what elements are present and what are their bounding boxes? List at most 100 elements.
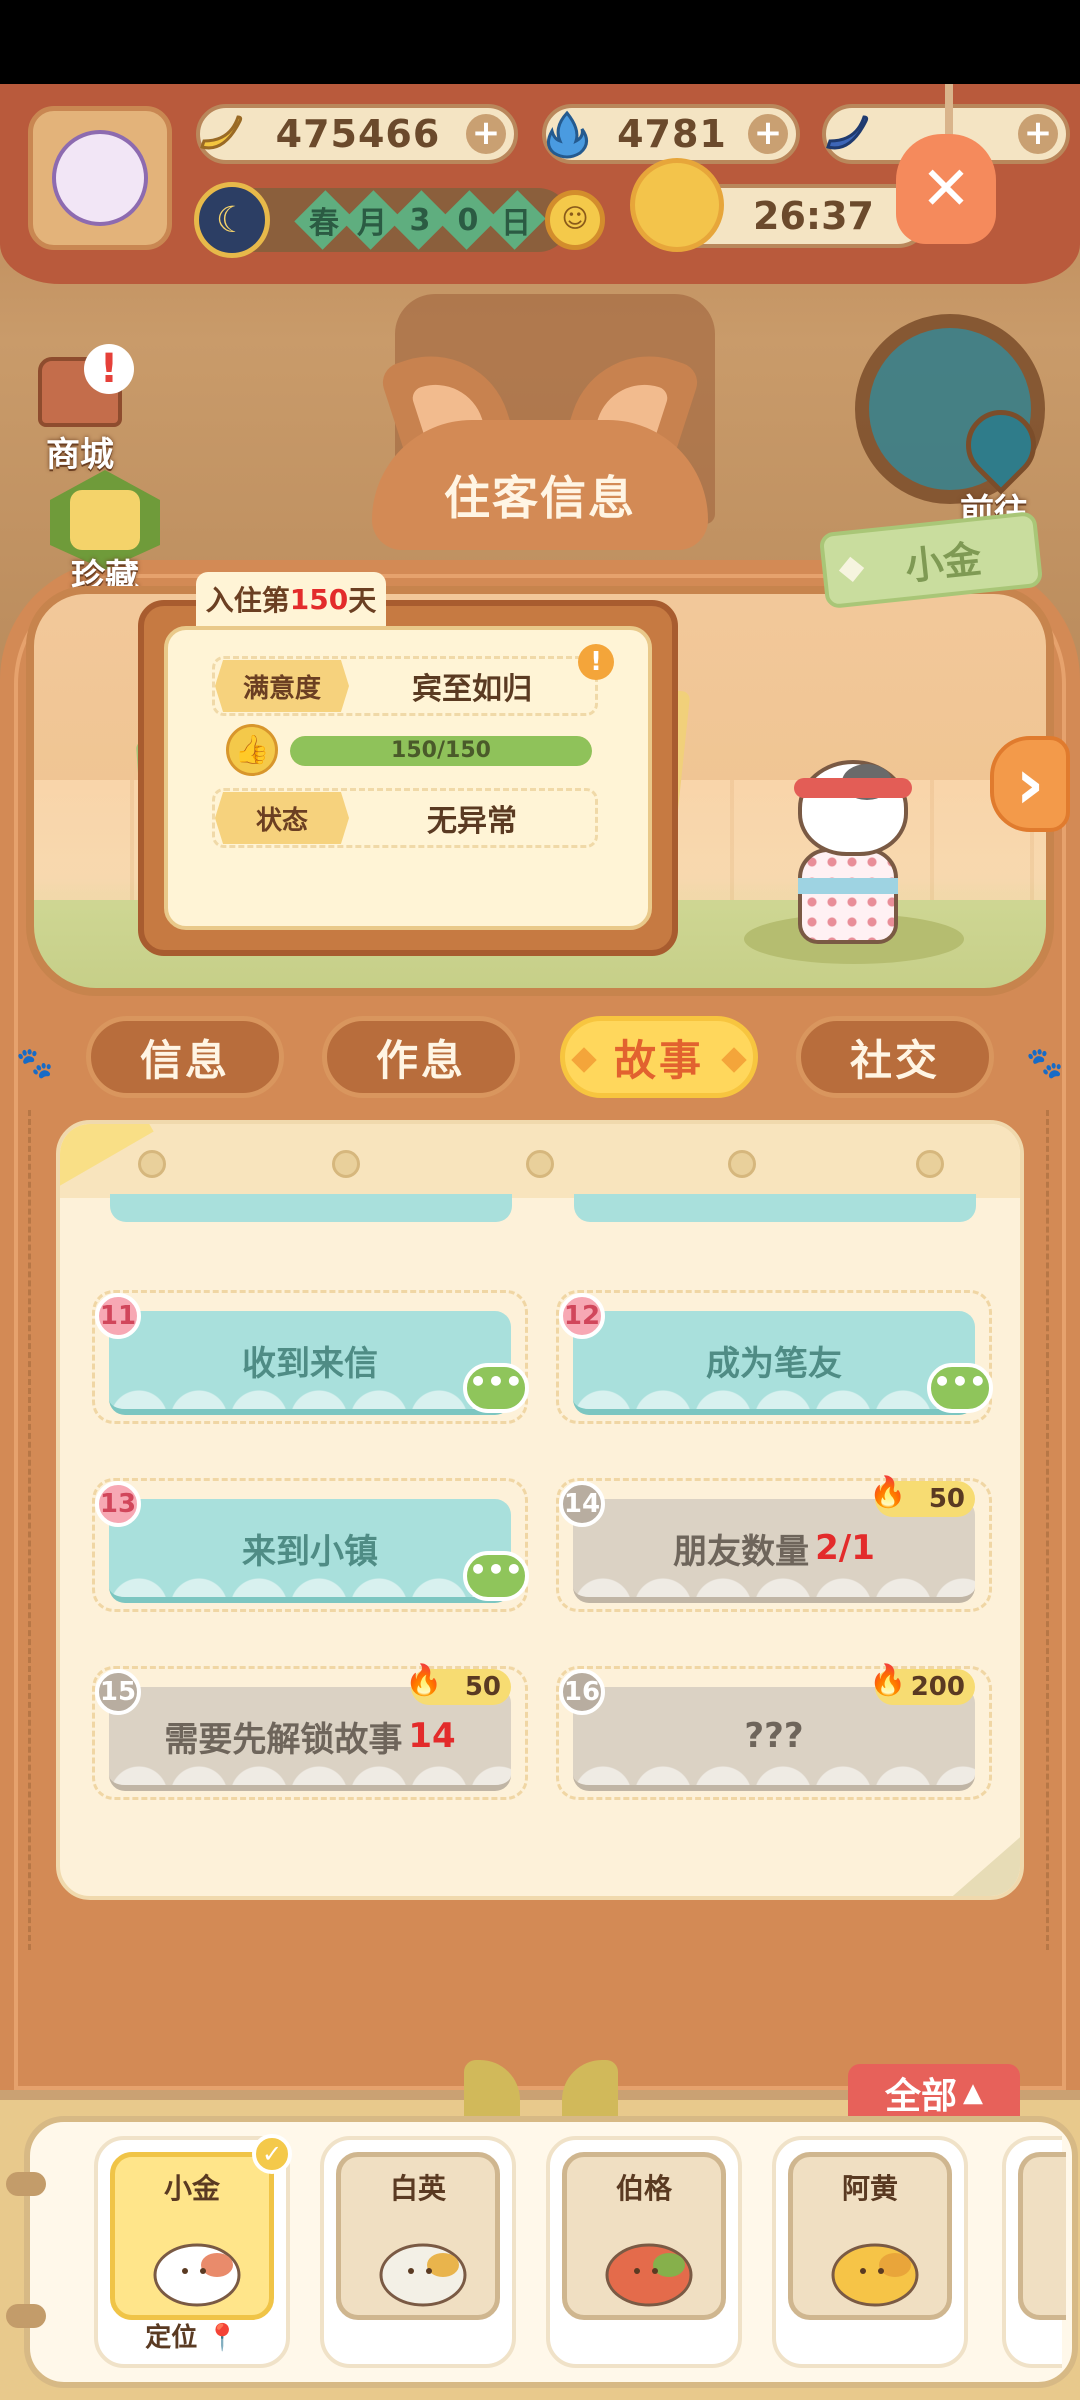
flame-count: 4781 — [617, 112, 727, 156]
blue-banana-icon — [818, 105, 876, 163]
story-number: 12 — [559, 1293, 605, 1339]
story-highlight: 14 — [408, 1716, 456, 1756]
shop-label: 商城 — [46, 435, 114, 475]
flame-icon: 🔥 — [869, 1475, 907, 1510]
stay-days: 150 — [289, 582, 349, 616]
story-title: 成为笔友 — [706, 1343, 842, 1384]
flame-counter: 4781 + — [542, 104, 800, 164]
guest-portrait-icon — [825, 2219, 925, 2309]
close-button[interactable]: ✕ — [896, 134, 996, 244]
next-guest-button[interactable]: › — [990, 736, 1070, 832]
tab-social[interactable]: 社交 — [796, 1016, 994, 1098]
caret-up-icon: ▲ — [963, 2078, 983, 2108]
guest-portrait-frame: 小金 — [110, 2152, 274, 2320]
paw-icon: 🐾 — [1026, 1046, 1064, 1081]
notebook-hole — [526, 1150, 554, 1178]
story-card-partial — [110, 1194, 512, 1222]
filter-all-button[interactable]: 全部 ▲ — [848, 2064, 1020, 2122]
story-highlight: 2/1 — [815, 1528, 875, 1568]
guest-portrait-icon — [373, 2219, 473, 2309]
guest-card[interactable]: 小金 定位 📍 ✓ — [94, 2134, 292, 2368]
avatar-face-icon — [52, 130, 148, 226]
story-item[interactable]: 成为笔友 12 ••• — [556, 1290, 993, 1424]
player-avatar[interactable] — [28, 106, 172, 250]
story-item[interactable]: 朋友数量 2/1 14 🔥 50 — [556, 1475, 992, 1612]
banana-icon — [192, 105, 250, 163]
satisfaction-progress-text: 150/150 — [391, 738, 491, 763]
guest-card[interactable]: 阿黄 — [772, 2136, 968, 2368]
story-item[interactable]: 收到来信 11 ••• — [92, 1290, 529, 1424]
story-cost-value: 200 — [910, 1672, 965, 1702]
story-card[interactable]: 收到来信 — [109, 1311, 511, 1415]
sun-icon[interactable]: ☺ — [545, 190, 605, 250]
banana-count: 475466 — [275, 112, 441, 156]
guest-card-name: 阿黄 — [841, 2172, 898, 2205]
banana-counter: 475466 + — [196, 104, 518, 164]
guest-card-name: 伯格 — [615, 2172, 672, 2205]
story-cost-value: 50 — [464, 1672, 501, 1702]
timer-character-icon[interactable] — [630, 158, 724, 252]
chat-bubble-icon[interactable]: ••• — [463, 1363, 529, 1413]
add-banana-button[interactable]: + — [466, 114, 506, 154]
satisfaction-label: 满意度 — [215, 660, 349, 712]
guest-belt — [798, 878, 898, 894]
story-title: 来到小镇 — [242, 1531, 378, 1572]
story-number: 14 — [559, 1481, 605, 1527]
story-cost: 🔥 50 — [405, 1663, 511, 1705]
guest-name: 小金 — [903, 536, 984, 589]
tab-schedule[interactable]: 作息 — [322, 1016, 520, 1098]
warning-icon[interactable]: ! — [578, 644, 614, 680]
tab-story[interactable]: 故事 — [560, 1016, 758, 1098]
tab-info-label: 信息 — [139, 1035, 230, 1085]
notebook-hole — [728, 1150, 756, 1178]
guest-card[interactable]: 伯格 — [546, 2136, 742, 2368]
tab-info[interactable]: 信息 — [86, 1016, 284, 1098]
notebook-hole — [332, 1150, 360, 1178]
add-blue-banana-button[interactable]: + — [1018, 114, 1058, 154]
locate-button[interactable]: 定位 📍 — [98, 2317, 286, 2354]
tab-story-label: 故事 — [613, 1035, 704, 1085]
add-flame-button[interactable]: + — [748, 114, 788, 154]
close-icon: ✕ — [920, 154, 972, 224]
guest-portrait-frame: 白英 — [336, 2152, 500, 2320]
satisfaction-row: 满意度 宾至如归 — [212, 656, 598, 716]
location-pin-icon: 📍 — [206, 2323, 239, 2353]
collection-button[interactable]: 珍藏 — [40, 470, 170, 597]
status-row: 状态 无异常 — [212, 788, 598, 848]
story-card-partial — [574, 1194, 976, 1222]
panel-title-text: 住客信息 — [444, 471, 636, 525]
story-number: 15 — [95, 1669, 141, 1715]
story-cost: 🔥 200 — [869, 1663, 975, 1705]
map-pin-icon — [951, 395, 1051, 495]
story-number: 13 — [95, 1481, 141, 1527]
guest-character[interactable] — [768, 760, 928, 950]
guest-body — [798, 848, 898, 944]
guest-card-name: 白英 — [389, 2172, 446, 2205]
status-value: 无异常 — [427, 804, 517, 839]
goto-button[interactable]: 前往 — [940, 395, 1060, 532]
story-cost: 🔥 50 — [869, 1475, 975, 1517]
stay-prefix: 入住第 — [205, 584, 290, 617]
chat-bubble-icon[interactable]: ••• — [463, 1551, 529, 1601]
roster-hook — [6, 2172, 46, 2196]
flame-icon — [538, 105, 596, 163]
chat-bubble-icon[interactable]: ••• — [927, 1363, 993, 1413]
roster-cat-ears — [456, 2060, 626, 2120]
guest-card-name: 小金 — [163, 2172, 220, 2205]
story-card[interactable]: 来到小镇 — [109, 1499, 511, 1603]
story-item[interactable]: 需要先解锁故事 14 15 🔥 50 — [92, 1663, 528, 1800]
filter-label: 全部 — [884, 2076, 957, 2117]
story-card[interactable]: 成为笔友 — [573, 1311, 975, 1415]
guest-card[interactable]: 白英 — [320, 2136, 516, 2368]
notebook-hole — [916, 1150, 944, 1178]
flame-icon: 🔥 — [405, 1663, 443, 1698]
stay-days-label: 入住第 150 天 — [196, 572, 386, 626]
tab-schedule-label: 作息 — [375, 1035, 466, 1085]
guest-card-partial[interactable] — [1002, 2136, 1066, 2368]
panel-title: 住客信息 — [372, 420, 708, 550]
story-item[interactable]: ??? 16 🔥 200 — [556, 1663, 992, 1800]
status-label: 状态 — [215, 792, 349, 844]
guest-portrait-frame: 伯格 — [562, 2152, 726, 2320]
story-item[interactable]: 来到小镇 13 ••• — [92, 1478, 529, 1612]
story-title: 朋友数量 — [673, 1531, 810, 1572]
